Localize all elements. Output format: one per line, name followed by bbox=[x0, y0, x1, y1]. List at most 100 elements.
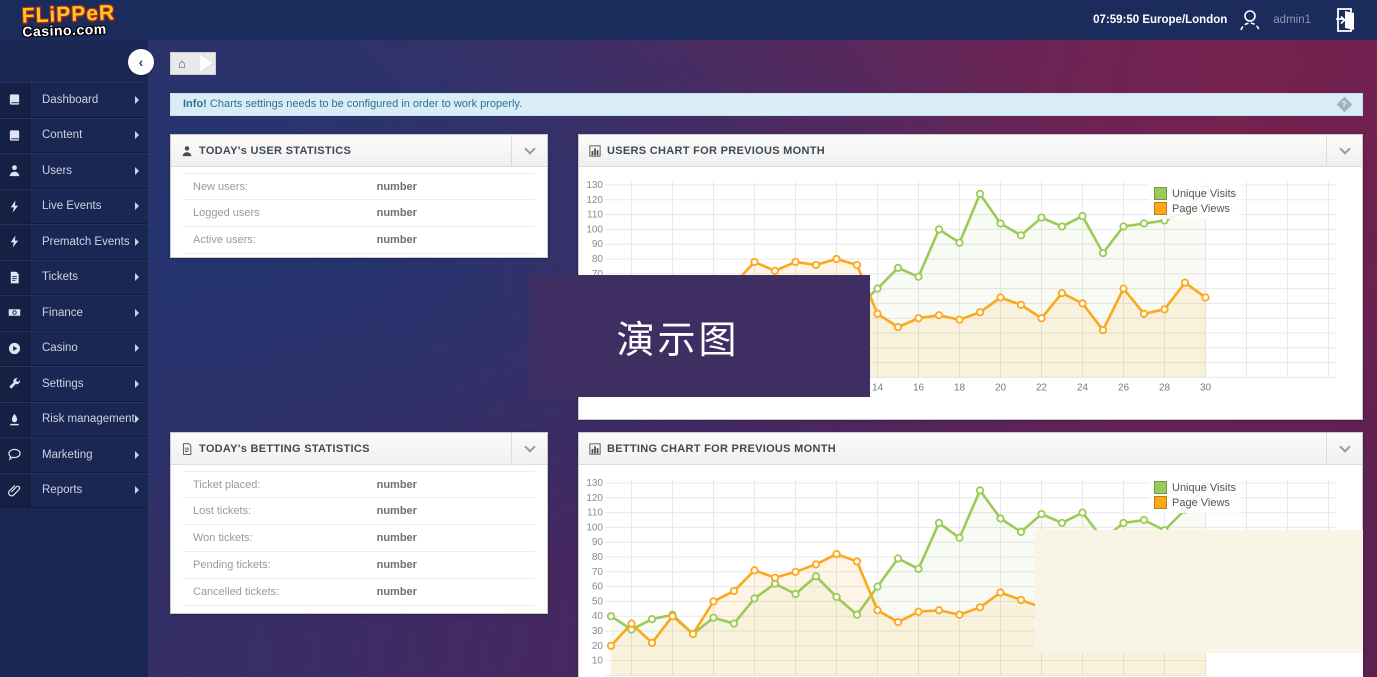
panel-collapse-button[interactable] bbox=[1326, 135, 1362, 167]
sidebar-item-label: Live Events bbox=[30, 190, 148, 224]
svg-text:120: 120 bbox=[586, 195, 603, 206]
svg-text:80: 80 bbox=[592, 254, 604, 265]
page-views-swatch bbox=[1154, 202, 1167, 215]
bolt-icon bbox=[0, 190, 30, 224]
svg-text:40: 40 bbox=[592, 611, 604, 622]
sidebar-item-dashboard[interactable]: Dashboard bbox=[0, 82, 148, 118]
today-betting-statistics-panel: TODAY's BETTING STATISTICS Ticket placed… bbox=[170, 432, 548, 614]
chart-legend: Unique Visits Page Views bbox=[1149, 183, 1241, 219]
sidebar-item-reports[interactable]: Reports bbox=[0, 473, 148, 509]
topbar: FLiPPeR Casino.com 07:59:50 Europe/Londo… bbox=[0, 0, 1377, 40]
sidebar-item-content[interactable]: Content bbox=[0, 118, 148, 154]
panel-collapse-button[interactable] bbox=[1326, 433, 1362, 465]
sidebar-item-casino[interactable]: Casino bbox=[0, 331, 148, 367]
stat-label: Ticket placed: bbox=[183, 479, 260, 491]
submenu-arrow-icon bbox=[135, 273, 139, 281]
sidebar-item-label: Reports bbox=[30, 474, 148, 508]
svg-text:110: 110 bbox=[587, 508, 603, 519]
chevron-down-icon bbox=[1339, 441, 1350, 452]
legend-item: Unique Visits bbox=[1154, 481, 1236, 494]
svg-text:24: 24 bbox=[1077, 382, 1089, 393]
chevron-down-icon bbox=[524, 143, 535, 154]
legend-item: Page Views bbox=[1154, 202, 1236, 215]
svg-text:14: 14 bbox=[872, 382, 884, 393]
today-user-statistics-panel: TODAY's USER STATISTICS New users: numbe… bbox=[170, 134, 548, 258]
chevron-down-icon bbox=[524, 441, 535, 452]
svg-text:90: 90 bbox=[592, 239, 604, 250]
breadcrumb-home-button[interactable]: ⌂ bbox=[170, 52, 216, 75]
stat-label: Cancelled tickets: bbox=[183, 586, 279, 598]
document-icon bbox=[181, 443, 193, 455]
svg-text:50: 50 bbox=[592, 596, 604, 607]
page-views-swatch bbox=[1154, 496, 1167, 509]
submenu-arrow-icon bbox=[135, 344, 139, 352]
svg-text:70: 70 bbox=[592, 567, 604, 578]
breadcrumb-arrow-icon bbox=[200, 54, 213, 72]
submenu-arrow-icon bbox=[135, 415, 139, 423]
panel-title: BETTING CHART FOR PREVIOUS MONTH bbox=[607, 443, 836, 455]
stat-row: Pending tickets: number bbox=[183, 552, 535, 579]
sidebar-item-label: Users bbox=[30, 154, 148, 188]
chart-legend: Unique Visits Page Views bbox=[1149, 477, 1241, 513]
submenu-arrow-icon bbox=[135, 309, 139, 317]
stat-label: Won tickets: bbox=[183, 532, 253, 544]
comment-icon bbox=[0, 438, 30, 472]
svg-text:18: 18 bbox=[954, 382, 966, 393]
sidebar-collapse-button[interactable]: ‹ bbox=[128, 49, 154, 75]
stat-label: New users: bbox=[183, 181, 248, 193]
sidebar-item-label: Content bbox=[30, 119, 148, 153]
panel-title: TODAY's BETTING STATISTICS bbox=[199, 443, 370, 455]
unique-visits-swatch bbox=[1154, 187, 1167, 200]
logout-door-icon[interactable] bbox=[1335, 7, 1357, 33]
clock-timezone: 07:59:50 Europe/London bbox=[1093, 14, 1227, 26]
submenu-arrow-icon bbox=[135, 96, 139, 104]
panel-collapse-button[interactable] bbox=[511, 433, 547, 465]
sidebar-item-label: Tickets bbox=[30, 261, 148, 295]
book-icon bbox=[0, 83, 30, 117]
legend-label: Page Views bbox=[1172, 497, 1230, 509]
pen-icon bbox=[0, 403, 30, 437]
svg-text:30: 30 bbox=[592, 626, 604, 637]
sidebar-item-live-events[interactable]: Live Events bbox=[0, 189, 148, 225]
casino-logo[interactable]: FLiPPeR Casino.com bbox=[21, 2, 115, 38]
sidebar-item-prematch-events[interactable]: Prematch Events bbox=[0, 224, 148, 260]
legend-label: Unique Visits bbox=[1172, 188, 1236, 200]
panel-title: TODAY's USER STATISTICS bbox=[199, 145, 351, 157]
file-icon bbox=[0, 261, 30, 295]
paperclip-icon bbox=[0, 474, 30, 508]
sidebar-nav: Dashboard Content Users Live Events bbox=[0, 40, 148, 677]
help-diamond-icon[interactable]: ? bbox=[1337, 97, 1353, 113]
panel-collapse-button[interactable] bbox=[511, 135, 547, 167]
submenu-arrow-icon bbox=[135, 167, 139, 175]
svg-text:26: 26 bbox=[1118, 382, 1130, 393]
admin-dashboard-screen: FLiPPeR Casino.com 07:59:50 Europe/Londo… bbox=[0, 0, 1377, 677]
sidebar-item-users[interactable]: Users bbox=[0, 153, 148, 189]
stat-row: Cancelled tickets: number bbox=[183, 579, 535, 606]
legend-item: Page Views bbox=[1154, 496, 1236, 509]
svg-text:110: 110 bbox=[587, 210, 603, 221]
betting-stats-body: Ticket placed: number Lost tickets: numb… bbox=[171, 465, 547, 606]
sidebar-item-marketing[interactable]: Marketing bbox=[0, 437, 148, 473]
topbar-right: 07:59:50 Europe/London admin1 bbox=[1093, 7, 1377, 33]
sidebar-item-settings[interactable]: Settings bbox=[0, 366, 148, 402]
submenu-arrow-icon bbox=[135, 380, 139, 388]
submenu-arrow-icon bbox=[135, 451, 139, 459]
sidebar-item-tickets[interactable]: Tickets bbox=[0, 260, 148, 296]
submenu-arrow-icon bbox=[135, 486, 139, 494]
panel-header: TODAY's USER STATISTICS bbox=[171, 135, 547, 167]
svg-text:100: 100 bbox=[586, 224, 603, 235]
stat-row: Logged users number bbox=[183, 200, 535, 227]
svg-text:10: 10 bbox=[592, 656, 604, 667]
stat-label: Lost tickets: bbox=[183, 505, 251, 517]
submenu-arrow-icon bbox=[135, 238, 139, 246]
svg-text:100: 100 bbox=[586, 522, 603, 533]
sidebar-item-risk-management[interactable]: Risk management bbox=[0, 402, 148, 438]
svg-text:28: 28 bbox=[1159, 382, 1171, 393]
sidebar-item-finance[interactable]: Finance bbox=[0, 295, 148, 331]
user-icon bbox=[181, 145, 193, 157]
unique-visits-swatch bbox=[1154, 481, 1167, 494]
logged-in-username[interactable]: admin1 bbox=[1273, 14, 1311, 26]
user-avatar-icon[interactable] bbox=[1237, 7, 1263, 33]
legend-label: Unique Visits bbox=[1172, 482, 1236, 494]
breadcrumb: ⌂ bbox=[170, 52, 216, 75]
